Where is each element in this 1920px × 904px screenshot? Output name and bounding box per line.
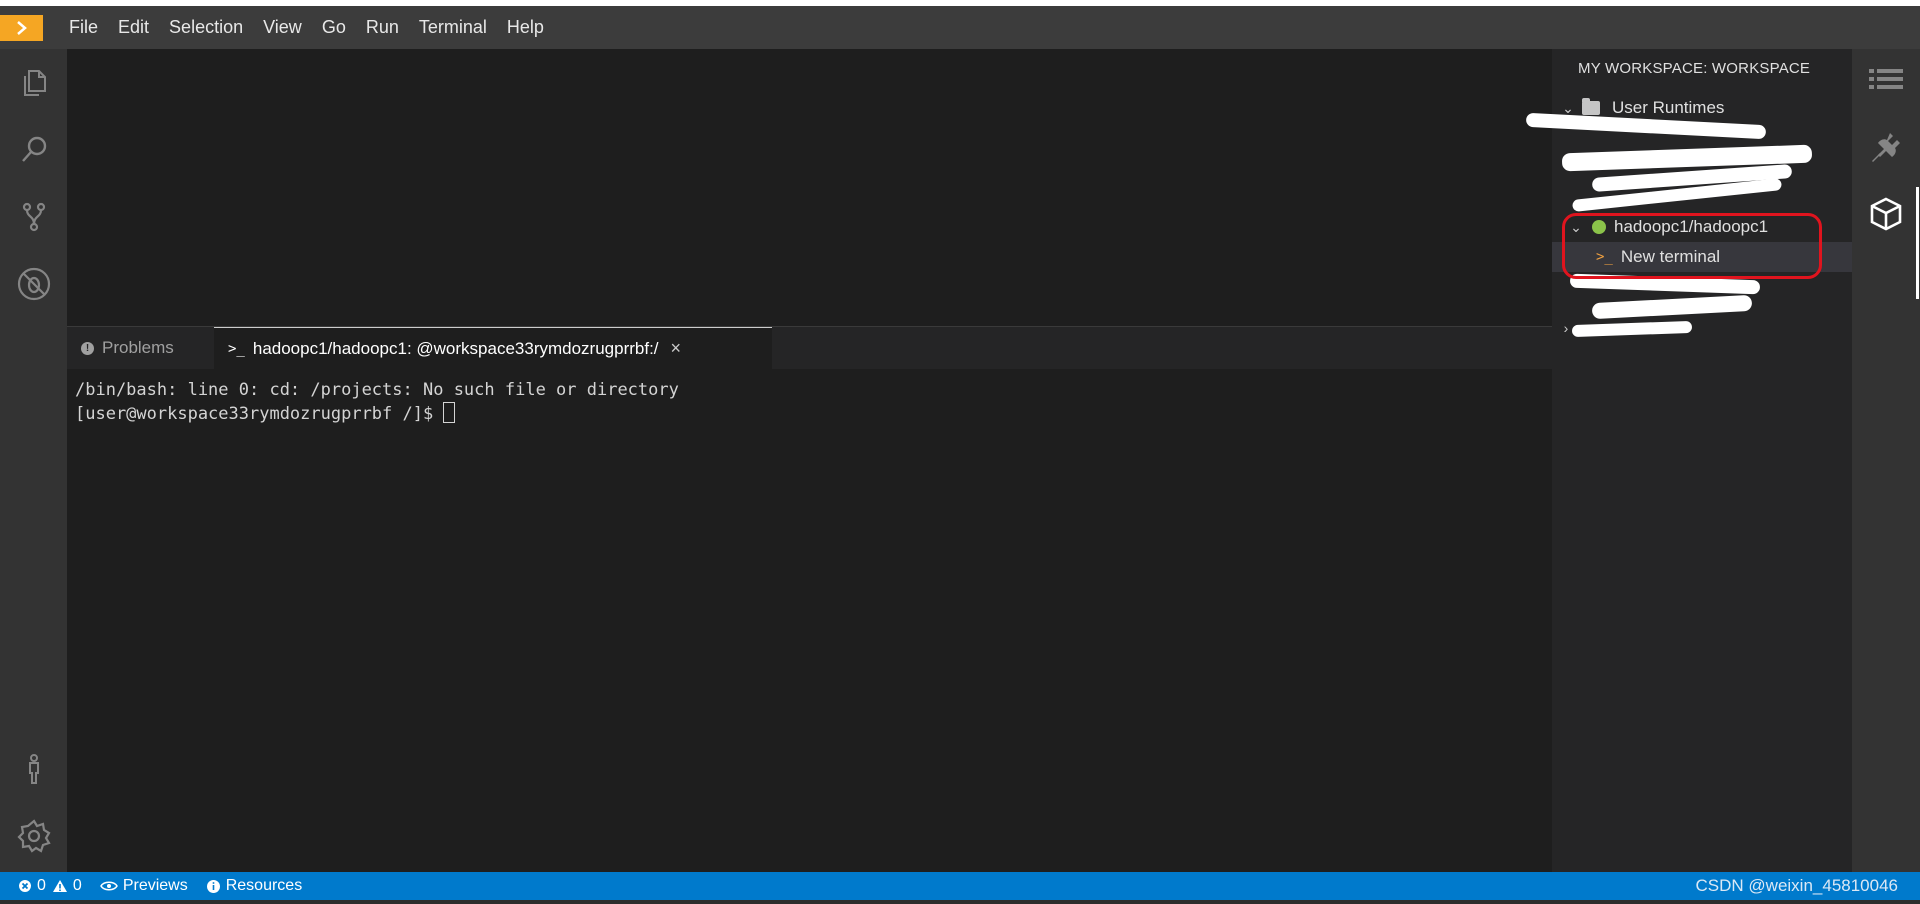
chevron-right-icon: › xyxy=(1563,320,1569,336)
active-indicator xyxy=(1916,187,1919,299)
status-bar: 0 0 Previews Resources CSDN @weixin_4581… xyxy=(0,872,1920,900)
window-bottom-edge xyxy=(0,900,1920,904)
previews-label: Previews xyxy=(122,877,188,894)
error-count: 0 xyxy=(37,877,46,894)
menu-file[interactable]: File xyxy=(59,6,108,49)
tab-problems-label: Problems xyxy=(102,338,174,357)
terminal-icon: >_ xyxy=(228,340,245,357)
terminal-prompt-line: [user@workspace33rymdozrugprrbf /]$ xyxy=(75,402,679,426)
tab-terminal[interactable]: >_ hadoopc1/hadoopc1: @workspace33rymdoz… xyxy=(214,327,772,369)
previews-status[interactable]: Previews xyxy=(99,877,188,895)
terminal-cursor xyxy=(443,402,456,423)
editor-area[interactable] xyxy=(67,49,1552,326)
menu-help[interactable]: Help xyxy=(497,6,554,49)
menu-run[interactable]: Run xyxy=(356,6,409,49)
workspace-panel: MY WORKSPACE: WORKSPACE ⌄ User Runtimes … xyxy=(1525,49,1852,872)
menu-view[interactable]: View xyxy=(253,6,312,49)
menu-edit[interactable]: Edit xyxy=(108,6,159,49)
menu-bar: File Edit Selection View Go Run Terminal… xyxy=(0,6,1920,49)
resources-label: Resources xyxy=(225,877,303,894)
warning-icon xyxy=(52,880,67,892)
resources-status[interactable]: Resources xyxy=(206,877,302,895)
files-icon[interactable] xyxy=(14,63,54,103)
tree-collapsed-item[interactable]: › xyxy=(1552,313,1852,343)
tab-problems[interactable]: ! Problems xyxy=(81,327,174,369)
warning-count: 0 xyxy=(72,877,82,894)
activity-bar xyxy=(0,49,67,872)
terminal-prompt: [user@workspace33rymdozrugprrbf /]$ xyxy=(75,404,444,424)
highlight-annotation xyxy=(1562,213,1822,279)
plugin-plug-icon[interactable] xyxy=(1866,127,1906,167)
menu-selection[interactable]: Selection xyxy=(159,6,253,49)
source-control-icon[interactable] xyxy=(14,197,54,237)
close-icon[interactable]: × xyxy=(671,338,682,359)
watermark-text: CSDN @weixin_45810046 xyxy=(1695,876,1898,895)
terminal-output[interactable]: /bin/bash: line 0: cd: /projects: No suc… xyxy=(75,379,679,426)
account-icon[interactable] xyxy=(14,749,54,789)
info-icon: ! xyxy=(81,341,94,355)
tree-user-runtimes-label: User Runtimes xyxy=(1612,98,1725,117)
bottom-panel: ! Problems >_ hadoopc1/hadoopc1: @worksp… xyxy=(67,326,1552,872)
outline-list-icon[interactable] xyxy=(1866,61,1906,101)
settings-gear-icon[interactable] xyxy=(14,816,54,856)
folder-icon xyxy=(1582,98,1600,115)
panel-tab-bar: ! Problems >_ hadoopc1/hadoopc1: @worksp… xyxy=(67,327,1552,369)
menu-terminal[interactable]: Terminal xyxy=(409,6,497,49)
error-icon xyxy=(19,880,31,892)
search-icon[interactable] xyxy=(14,130,54,170)
terminal-line: /bin/bash: line 0: cd: /projects: No suc… xyxy=(75,380,679,400)
app-logo-icon[interactable] xyxy=(0,14,43,41)
menu-go[interactable]: Go xyxy=(312,6,356,49)
right-activity-bar xyxy=(1852,49,1920,872)
preview-eye-icon xyxy=(99,881,118,891)
debug-icon[interactable] xyxy=(14,264,54,304)
problems-status[interactable]: 0 0 xyxy=(18,877,82,895)
resources-info-icon xyxy=(206,879,220,893)
panel-title: MY WORKSPACE: WORKSPACE xyxy=(1578,60,1811,77)
workspace-cube-icon[interactable] xyxy=(1866,194,1906,234)
tab-terminal-label: hadoopc1/hadoopc1: @workspace33rymdozrug… xyxy=(252,338,659,358)
